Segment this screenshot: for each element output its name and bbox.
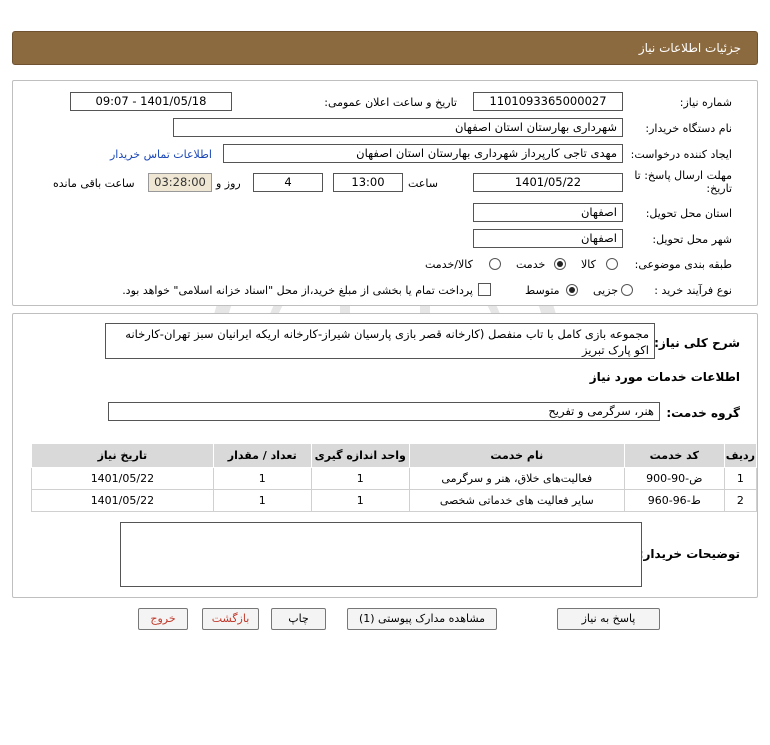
deadline-label-2: تاریخ:	[706, 182, 732, 195]
announce-field[interactable]: 1401/05/18 - 09:07	[70, 92, 232, 111]
creator-label: ایجاد کننده درخواست:	[630, 148, 732, 161]
col-code: کد خدمت	[623, 443, 725, 468]
remaining-time-field: 03:28:00	[148, 173, 212, 192]
col-name: نام خدمت	[408, 443, 625, 468]
services-title: اطلاعات خدمات مورد نیاز	[589, 370, 740, 384]
category-radio-goods[interactable]	[606, 258, 618, 270]
category-option-service: خدمت	[516, 258, 546, 271]
print-button[interactable]: چاپ	[271, 608, 326, 630]
days-field[interactable]: 4	[253, 173, 323, 192]
cell-row: 1	[723, 467, 758, 490]
buyer-org-label: نام دستگاه خریدار:	[645, 122, 732, 135]
reply-button[interactable]: پاسخ به نیاز	[557, 608, 660, 630]
buyer-contact-link[interactable]: اطلاعات تماس خریدار	[110, 148, 212, 161]
need-details-panel: شرح کلی نیاز: مجموعه بازی کامل با تاب من…	[12, 313, 758, 598]
need-info-panel: شماره نیاز: 1101093365000027 تاریخ و ساع…	[12, 80, 758, 306]
cell-name: سایر فعالیت های خدماتی شخصی	[408, 489, 625, 512]
deadline-time-label: ساعت	[408, 177, 438, 190]
table-header-row: ردیف کد خدمت نام خدمت واحد اندازه گیری ت…	[31, 443, 758, 468]
attachments-button[interactable]: مشاهده مدارک پیوستی (1)	[347, 608, 497, 630]
services-table: ردیف کد خدمت نام خدمت واحد اندازه گیری ت…	[31, 443, 758, 512]
col-row: ردیف	[723, 443, 758, 468]
process-option-medium: متوسط	[525, 284, 560, 297]
province-field[interactable]: اصفهان	[473, 203, 623, 222]
process-radio-minor[interactable]	[621, 284, 633, 296]
col-unit: واحد اندازه گیری	[310, 443, 410, 468]
need-number-label: شماره نیاز:	[679, 96, 732, 109]
need-number-field[interactable]: 1101093365000027	[473, 92, 623, 111]
process-radio-medium[interactable]	[566, 284, 578, 296]
deadline-date-field[interactable]: 1401/05/22	[473, 173, 623, 192]
category-option-goods-service: کالا/خدمت	[425, 258, 473, 271]
cell-name: فعالیت‌های خلاق، هنر و سرگرمی	[408, 467, 625, 490]
cell-qty: 1	[212, 489, 312, 512]
page-header: جزئیات اطلاعات نیاز	[12, 31, 758, 65]
category-option-goods: کالا	[581, 258, 596, 271]
process-option-minor: جزیی	[593, 284, 619, 297]
col-date: تاریخ نیاز	[31, 443, 214, 468]
deadline-time-field[interactable]: 13:00	[333, 173, 403, 192]
service-group-label: گروه خدمت:	[666, 406, 740, 420]
cell-unit: 1	[310, 489, 410, 512]
announce-label: تاریخ و ساعت اعلان عمومی:	[324, 96, 457, 109]
category-radio-goods-service[interactable]	[489, 258, 501, 270]
page-title: جزئیات اطلاعات نیاز	[638, 41, 741, 55]
table-row[interactable]: 2 ط-96-960 سایر فعالیت های خدماتی شخصی 1…	[31, 489, 758, 512]
summary-field[interactable]: مجموعه بازی کامل با تاب منفصل (کارخانه ق…	[105, 323, 655, 359]
table-row[interactable]: 1 ض-90-900 فعالیت‌های خلاق، هنر و سرگرمی…	[31, 467, 758, 490]
cell-qty: 1	[212, 467, 312, 490]
payment-note: پرداخت تمام یا بخشی از مبلغ خرید،از محل …	[122, 284, 473, 297]
summary-label: شرح کلی نیاز:	[654, 336, 740, 350]
service-group-field[interactable]: هنر، سرگرمی و تفریح	[108, 402, 660, 421]
city-label: شهر محل تحویل:	[652, 233, 732, 246]
province-label: استان محل تحویل:	[645, 207, 732, 220]
cell-unit: 1	[310, 467, 410, 490]
buyer-notes-label: توضیحات خریدار:	[638, 547, 740, 561]
city-field[interactable]: اصفهان	[473, 229, 623, 248]
category-radio-service[interactable]	[554, 258, 566, 270]
exit-button[interactable]: خروج	[138, 608, 188, 630]
cell-code: ط-96-960	[623, 489, 725, 512]
treasury-checkbox[interactable]	[478, 283, 491, 296]
days-label: روز و	[216, 177, 241, 190]
process-label: نوع فرآیند خرید :	[654, 284, 732, 297]
category-label: طبقه بندی موضوعی:	[634, 258, 732, 271]
deadline-label: مهلت ارسال پاسخ: تا	[634, 169, 732, 182]
cell-code: ض-90-900	[623, 467, 725, 490]
buyer-org-field[interactable]: شهرداری بهارستان استان اصفهان	[173, 118, 623, 137]
cell-date: 1401/05/22	[31, 467, 214, 490]
creator-field[interactable]: مهدی تاجی کارپرداز شهرداری بهارستان استا…	[223, 144, 623, 163]
col-qty: تعداد / مقدار	[212, 443, 312, 468]
cell-row: 2	[723, 489, 758, 512]
back-button[interactable]: بازگشت	[202, 608, 259, 630]
cell-date: 1401/05/22	[31, 489, 214, 512]
remaining-label: ساعت باقی مانده	[53, 177, 135, 190]
buyer-notes-field[interactable]	[120, 522, 642, 587]
